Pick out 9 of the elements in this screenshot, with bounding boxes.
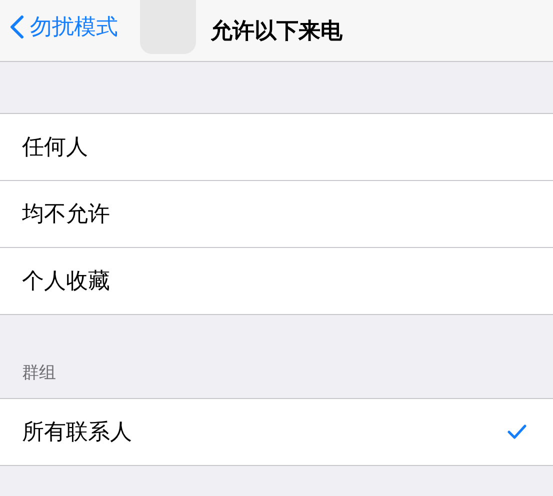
list-row[interactable]: 均不允许 bbox=[0, 180, 553, 247]
page-title: 允许以下来电 bbox=[210, 18, 342, 46]
back-button[interactable]: 勿扰模式 bbox=[10, 12, 118, 42]
chevron-left-icon bbox=[10, 15, 24, 39]
list-row[interactable]: 个人收藏 bbox=[0, 247, 553, 314]
checkmark-icon bbox=[507, 424, 527, 440]
section-header: 群组 bbox=[22, 362, 56, 384]
list-row[interactable]: 所有联系人 bbox=[0, 399, 553, 465]
list-row[interactable]: 任何人 bbox=[0, 114, 553, 180]
